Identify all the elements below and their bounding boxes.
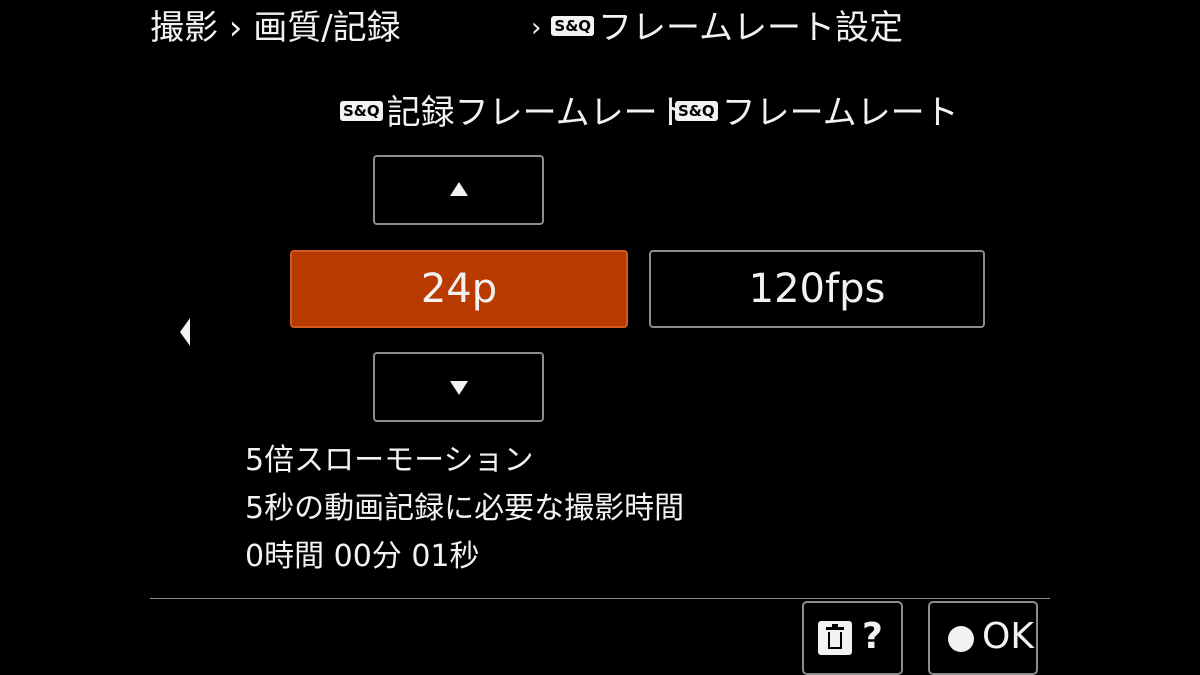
breadcrumb-current: › S&Q フレームレート設定: [525, 6, 903, 50]
help-button[interactable]: ?: [802, 601, 903, 675]
breadcrumb: 撮影 › 画質/記録 › S&Q フレームレート設定: [150, 6, 1150, 50]
trash-icon: [818, 621, 852, 655]
sq-badge-icon: S&Q: [340, 100, 383, 121]
sq-badge-icon: S&Q: [551, 15, 595, 36]
triangle-down-icon: [449, 381, 468, 395]
frame-rate-label: S&Q フレームレート: [675, 90, 959, 136]
record-frame-rate-label: S&Q 記録フレームレート: [340, 90, 692, 136]
ok-button[interactable]: OK: [928, 601, 1038, 675]
required-time-value: 0時間 00分 01秒: [245, 539, 480, 574]
breadcrumb-separator: ›: [531, 13, 542, 43]
page-title: フレームレート設定: [598, 8, 904, 48]
frame-rate-label-text: フレームレート: [721, 93, 959, 133]
increase-button[interactable]: [373, 155, 544, 225]
sq-badge-icon: S&Q: [675, 100, 718, 121]
breadcrumb-path: 撮影 › 画質/記録: [150, 8, 401, 48]
record-frame-rate-label-text: 記録フレームレート: [386, 93, 692, 133]
frame-rate-value[interactable]: 120fps: [649, 250, 985, 328]
decrease-button[interactable]: [373, 352, 544, 422]
required-time-label: 5秒の動画記録に必要な撮影時間: [245, 491, 685, 526]
circle-button-icon: [948, 626, 974, 652]
footer-divider: [150, 598, 1050, 599]
record-frame-rate-value[interactable]: 24p: [290, 250, 628, 328]
help-label: ?: [862, 616, 883, 657]
triangle-left-icon[interactable]: [180, 318, 190, 346]
triangle-up-icon: [449, 182, 468, 196]
ok-label: OK: [982, 616, 1034, 657]
slow-motion-info: 5倍スローモーション: [245, 443, 534, 478]
